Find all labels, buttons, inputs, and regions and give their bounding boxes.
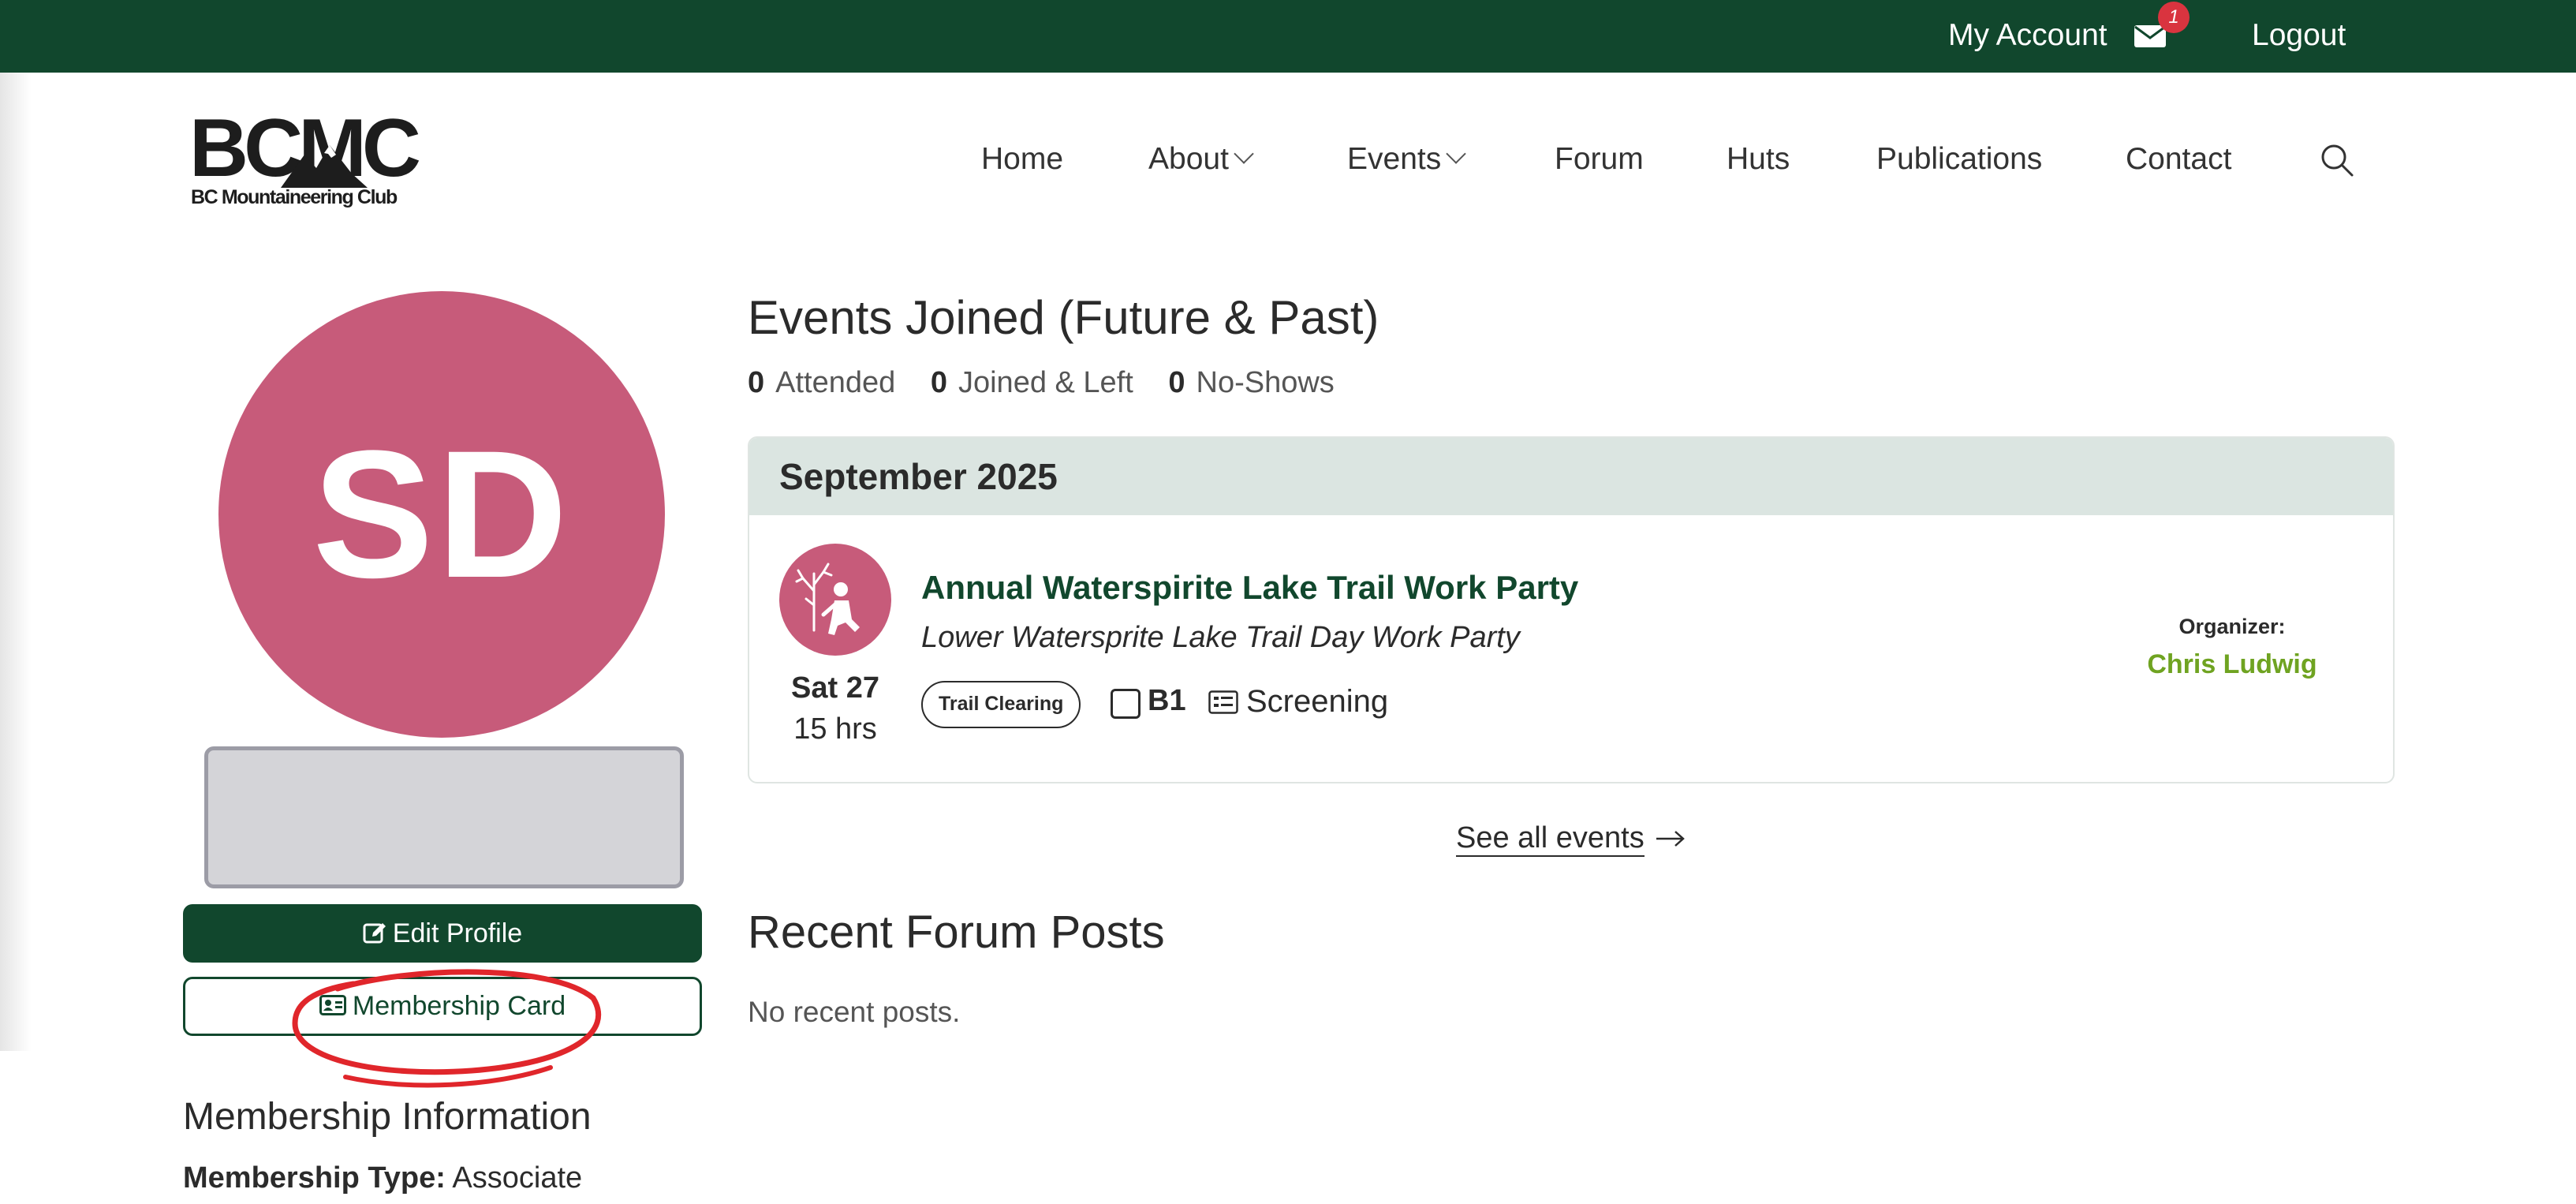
profile-name-placeholder bbox=[204, 746, 684, 888]
top-bar: My Account 1 Logout bbox=[0, 0, 2576, 73]
edit-icon bbox=[363, 923, 386, 944]
nav-publications[interactable]: Publications bbox=[1876, 139, 2042, 180]
arrow-right-icon[interactable] bbox=[1655, 827, 1686, 851]
site-logo[interactable]: BCMC BC Mountaineering Club bbox=[189, 107, 421, 208]
event-title-link[interactable]: Annual Waterspirite Lake Trail Work Part… bbox=[921, 569, 1578, 607]
see-all-events-link[interactable]: See all events bbox=[1456, 821, 1645, 857]
logo-subtext: BC Mountaineering Club bbox=[191, 186, 398, 208]
avatar: SD bbox=[218, 291, 665, 738]
joined-left-count: 0 bbox=[930, 366, 947, 399]
events-title: Events Joined (Future & Past) bbox=[748, 291, 1379, 344]
event-date: Sat 27 bbox=[791, 671, 879, 705]
screening-icon bbox=[1208, 690, 1238, 714]
nav-contact-label: Contact bbox=[2126, 142, 2232, 176]
event-month-card: September 2025 Sat 27 15 hrs Annual Wate… bbox=[748, 436, 2395, 783]
event-grade: B1 bbox=[1148, 684, 1186, 717]
event-subtitle: Lower Watersprite Lake Trail Day Work Pa… bbox=[921, 621, 1520, 654]
no-shows-count: 0 bbox=[1168, 366, 1185, 399]
nav-publications-label: Publications bbox=[1876, 142, 2043, 176]
edit-profile-button[interactable]: Edit Profile bbox=[183, 904, 702, 963]
mountain-icon bbox=[281, 145, 368, 188]
nav-home[interactable]: Home bbox=[981, 139, 1063, 180]
nav-about-label: About bbox=[1148, 142, 1229, 176]
membership-type-label: Membership Type: bbox=[183, 1161, 446, 1195]
event-stats: 0 Attended 0 Joined & Left 0 No-Shows bbox=[748, 366, 1335, 400]
no-shows-label: No-Shows bbox=[1196, 366, 1335, 399]
forum-title: Recent Forum Posts bbox=[748, 907, 1165, 958]
nav-forum[interactable]: Forum bbox=[1555, 139, 1644, 180]
month-header: September 2025 bbox=[749, 438, 2393, 515]
edit-profile-label: Edit Profile bbox=[392, 918, 523, 948]
organizer-name-link[interactable]: Chris Ludwig bbox=[2090, 649, 2374, 680]
chevron-down-icon bbox=[1446, 144, 1466, 164]
forum-empty-text: No recent posts. bbox=[748, 996, 961, 1028]
trail-work-icon bbox=[779, 544, 891, 656]
chevron-down-icon bbox=[1234, 144, 1254, 164]
nav-forum-label: Forum bbox=[1555, 142, 1644, 176]
nav-events[interactable]: Events bbox=[1347, 139, 1466, 180]
nav-about[interactable]: About bbox=[1148, 139, 1254, 180]
membership-type-value: Associate bbox=[452, 1161, 583, 1195]
red-circle-annotation bbox=[292, 969, 602, 1088]
grade-checkbox-icon bbox=[1111, 689, 1141, 719]
logout-link[interactable]: Logout bbox=[2252, 16, 2346, 55]
nav-home-label: Home bbox=[981, 142, 1064, 176]
search-icon[interactable] bbox=[2319, 142, 2355, 178]
month-label: September 2025 bbox=[779, 456, 1058, 497]
nav-huts-label: Huts bbox=[1727, 142, 1790, 176]
attended-count: 0 bbox=[748, 366, 765, 399]
event-duration: 15 hrs bbox=[793, 712, 877, 746]
event-type-tag: Trail Clearing bbox=[921, 681, 1081, 728]
organizer-label: Organizer: bbox=[2178, 615, 2286, 638]
notification-badge: 1 bbox=[2158, 2, 2190, 33]
page-edge-shadow bbox=[0, 73, 32, 1051]
nav-contact[interactable]: Contact bbox=[2126, 139, 2231, 180]
nav-huts[interactable]: Huts bbox=[1727, 139, 1790, 180]
nav-events-label: Events bbox=[1347, 142, 1442, 176]
screening-label: Screening bbox=[1246, 684, 1389, 719]
joined-left-label: Joined & Left bbox=[958, 366, 1133, 399]
membership-type: Membership Type: Associate bbox=[183, 1161, 582, 1195]
my-account-link[interactable]: My Account bbox=[1948, 16, 2107, 55]
membership-info-title: Membership Information bbox=[183, 1096, 592, 1138]
attended-label: Attended bbox=[775, 366, 896, 399]
avatar-initials: SD bbox=[312, 413, 571, 615]
